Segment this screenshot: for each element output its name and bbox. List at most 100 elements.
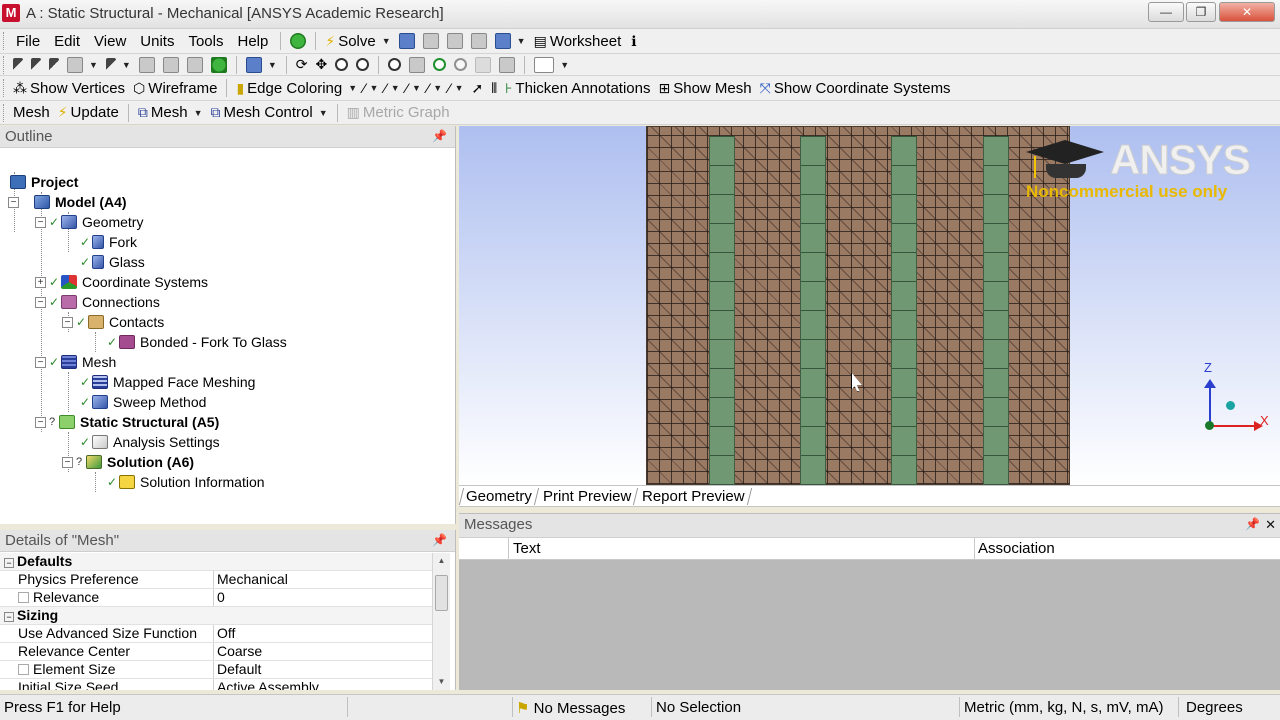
tree-node-connections[interactable]: − ✓ Connections [35, 292, 160, 312]
pin-icon[interactable]: 📌 [432, 129, 447, 143]
tab-report-preview[interactable]: Report Preview [636, 487, 752, 505]
vertex-select-icon[interactable] [138, 56, 155, 73]
status-units[interactable]: Metric (mm, kg, N, s, mV, mA) [964, 699, 1163, 716]
tree-node-coordinate-systems[interactable]: + ✓ Coordinate Systems [35, 272, 208, 292]
extend-select-dropdown-arrow[interactable]: ▼ [122, 60, 131, 70]
show-errors-icon[interactable] [422, 33, 439, 49]
collapse-toggle[interactable]: − [62, 456, 73, 468]
collapse-toggle[interactable]: − [35, 356, 46, 368]
worksheet-button[interactable]: ▤ Worksheet [530, 33, 626, 50]
menu-view[interactable]: View [87, 33, 133, 50]
collapse-toggle[interactable]: − [35, 216, 46, 228]
mesh-dropdown-arrow[interactable]: ▼ [194, 108, 203, 118]
face-select-icon[interactable] [186, 56, 203, 73]
image-dropdown-arrow[interactable]: ▼ [517, 36, 526, 46]
expand-toggle[interactable]: + [35, 276, 46, 288]
category-row-sizing[interactable]: − Sizing [0, 607, 432, 625]
details-row[interactable]: Relevance Center Coarse [0, 643, 432, 661]
tree-node-mesh[interactable]: − ✓ Mesh [35, 352, 116, 372]
maximize-button[interactable]: ❐ [1186, 2, 1216, 22]
parameter-checkbox[interactable] [18, 664, 29, 675]
edge-display-4-dropdown-arrow[interactable]: ▼ [433, 83, 442, 93]
show-coordinate-systems-button[interactable]: ⤧ Show Coordinate Systems [756, 80, 955, 97]
mesh-menu-button[interactable]: ⧉ Mesh [134, 104, 192, 121]
edge-direction-icon[interactable]: ➚ [471, 80, 483, 97]
viewport-layout-icon[interactable] [534, 56, 555, 73]
update-button[interactable]: ⚡ Update [54, 104, 123, 121]
select-type-dropdown-arrow[interactable]: ▼ [89, 60, 98, 70]
solve-dropdown-arrow[interactable]: ▼ [382, 36, 391, 46]
edge-display-5-icon[interactable]: ⁄ [448, 80, 450, 96]
edge-display-icon[interactable]: ⁄ [363, 80, 365, 96]
fork-tine[interactable] [800, 136, 826, 485]
menu-help[interactable]: Help [231, 33, 276, 50]
scroll-thumb[interactable] [435, 575, 448, 611]
graphics-viewport[interactable]: ANSYS Noncommercial use only Z X [459, 126, 1280, 485]
details-row[interactable]: Physics Preference Mechanical [0, 571, 432, 589]
box-zoom-icon[interactable] [356, 58, 370, 71]
collapse-toggle[interactable]: − [8, 196, 19, 208]
toolbar-grip[interactable] [3, 103, 6, 122]
close-vertices-icon[interactable]: ⫴ [491, 80, 497, 97]
select-cursor-icon[interactable] [13, 57, 23, 72]
next-view-icon[interactable] [454, 58, 468, 71]
collapse-toggle[interactable]: − [35, 416, 46, 428]
menu-file[interactable]: File [9, 33, 47, 50]
collapse-toggle[interactable]: − [35, 296, 46, 308]
tree-node-glass[interactable]: ✓ Glass [80, 252, 145, 272]
toolbar-grip[interactable] [3, 32, 6, 50]
magnifier-window-icon[interactable] [409, 56, 426, 73]
status-angle-units[interactable]: Degrees [1186, 699, 1243, 716]
column-header-text[interactable]: Text [513, 540, 541, 557]
named-selection-icon[interactable] [245, 56, 262, 73]
thicken-annotations-button[interactable]: ⊦ Thicken Annotations [501, 80, 654, 97]
edge-display-3-dropdown-arrow[interactable]: ▼ [412, 83, 421, 93]
details-row[interactable]: Relevance 0 [0, 589, 432, 607]
metric-graph-button[interactable]: ▥ Metric Graph [343, 104, 454, 121]
mesh-control-dropdown-arrow[interactable]: ▼ [319, 108, 328, 118]
extend-select-icon[interactable] [105, 57, 116, 72]
status-messages[interactable]: ⚑ No Messages [516, 699, 625, 717]
close-icon[interactable]: ✕ [1265, 517, 1276, 533]
tree-node-project[interactable]: Project [8, 172, 78, 192]
tab-geometry[interactable]: Geometry [458, 487, 539, 505]
named-selection-dropdown-arrow[interactable]: ▼ [268, 60, 277, 70]
solve-button[interactable]: ⚡ Solve [321, 33, 379, 50]
tree-node-sweep-method[interactable]: ✓ Sweep Method [80, 392, 206, 412]
wireframe-button[interactable]: ⬡ Wireframe [129, 80, 221, 97]
select-point-icon[interactable] [31, 57, 41, 72]
coordinate-triad[interactable]: Z X [1199, 360, 1269, 436]
edge-display-2-dropdown-arrow[interactable]: ▼ [391, 83, 400, 93]
tree-node-solution-information[interactable]: ✓ Solution Information [107, 472, 265, 492]
pin-icon[interactable]: 📌 [432, 533, 447, 547]
details-scrollbar[interactable]: ▲ ▼ [432, 553, 450, 690]
context-help-icon[interactable]: ℹ [631, 33, 636, 50]
edge-display-3-icon[interactable]: ⁄ [406, 80, 408, 96]
mechanical-app-icon[interactable]: M [2, 4, 20, 22]
comment-icon[interactable] [446, 33, 463, 49]
tree-node-geometry[interactable]: − ✓ Geometry [35, 212, 143, 232]
edge-select-icon[interactable] [162, 56, 179, 73]
edge-coloring-dropdown-arrow[interactable]: ▼ [348, 83, 357, 93]
select-type-icon[interactable] [67, 56, 83, 73]
close-button[interactable]: ✕ [1219, 2, 1275, 22]
tree-node-model[interactable]: − Model (A4) [8, 192, 127, 212]
isometric-view-icon[interactable] [475, 56, 492, 73]
pan-icon[interactable]: ✥ [316, 56, 328, 73]
select-mode-icon[interactable] [49, 57, 59, 72]
edge-display-dropdown-arrow[interactable]: ▼ [370, 83, 379, 93]
fork-tine[interactable] [891, 136, 917, 485]
menu-units[interactable]: Units [133, 33, 181, 50]
tree-node-solution[interactable]: − ? Solution (A6) [62, 452, 194, 472]
toolbar-grip[interactable] [3, 79, 6, 97]
text-annotation-icon[interactable] [470, 33, 487, 49]
tree-node-bonded-contact[interactable]: ✓ Bonded - Fork To Glass [107, 332, 287, 352]
check-status-icon[interactable] [290, 33, 307, 49]
viewport-layout-dropdown-arrow[interactable]: ▼ [560, 60, 569, 70]
tree-node-contacts[interactable]: − ✓ Contacts [62, 312, 164, 332]
collapse-toggle[interactable]: − [62, 316, 73, 328]
tree-node-fork[interactable]: ✓ Fork [80, 232, 137, 252]
tab-print-preview[interactable]: Print Preview [536, 487, 639, 505]
collapse-toggle[interactable]: − [4, 612, 14, 622]
show-mesh-button[interactable]: ⊞ Show Mesh [655, 80, 756, 97]
